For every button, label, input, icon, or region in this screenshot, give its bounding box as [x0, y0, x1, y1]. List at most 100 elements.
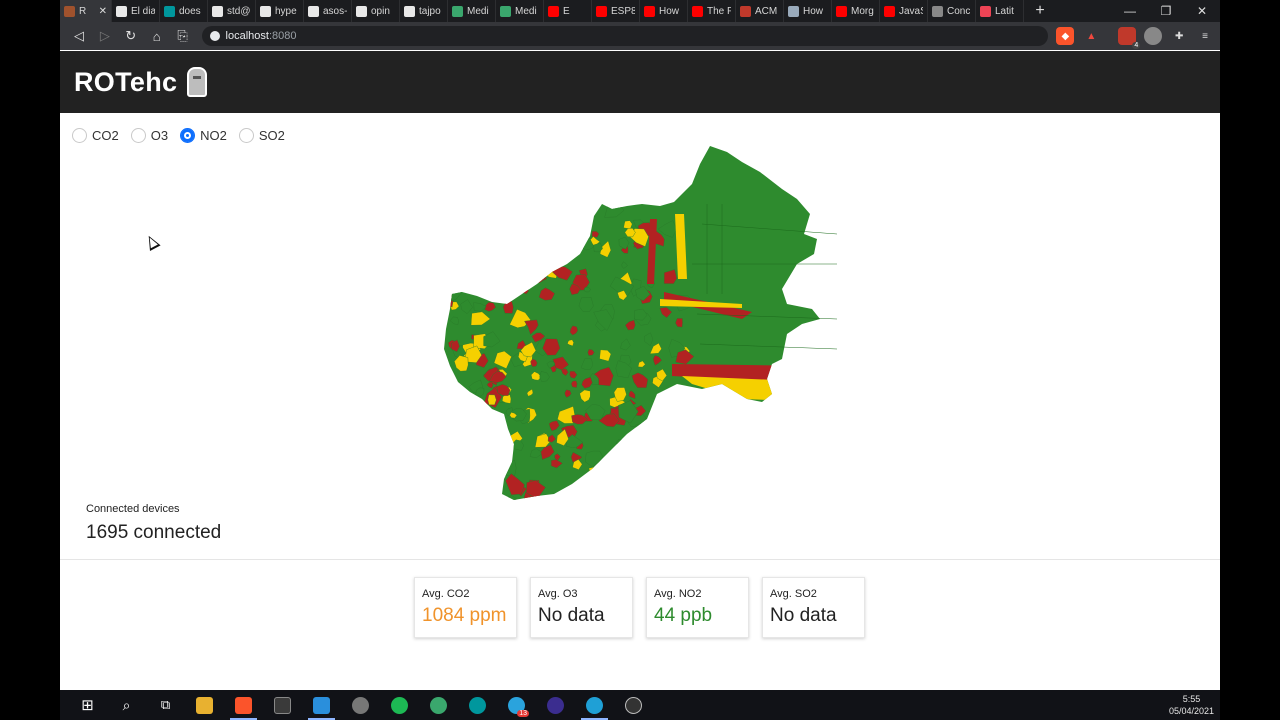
map-region[interactable] — [474, 414, 488, 427]
map-region[interactable] — [520, 232, 531, 243]
map-region[interactable] — [446, 215, 462, 232]
map-region[interactable] — [443, 425, 455, 438]
map-region[interactable] — [443, 417, 456, 434]
map-region[interactable] — [492, 272, 504, 284]
map-region[interactable] — [471, 412, 487, 430]
info-icon[interactable] — [209, 31, 220, 41]
map-region[interactable] — [448, 419, 458, 429]
map-region[interactable] — [466, 246, 482, 264]
minimize-icon[interactable]: — — [1112, 4, 1148, 18]
map-region[interactable] — [524, 203, 536, 215]
map-region[interactable] — [497, 197, 515, 216]
map-region[interactable] — [481, 494, 495, 504]
radio-no2[interactable]: NO2 — [180, 128, 227, 143]
map-region[interactable] — [444, 237, 451, 248]
pollution-map[interactable] — [442, 144, 840, 504]
browser-tab[interactable]: R ✕ — [60, 0, 112, 22]
map-region[interactable] — [660, 485, 676, 497]
map-region[interactable] — [481, 209, 497, 232]
search-button[interactable]: ⌕ — [107, 690, 146, 720]
browser-tab[interactable]: asos- — [304, 0, 352, 22]
map-region[interactable] — [519, 204, 534, 219]
map-region[interactable] — [645, 450, 661, 467]
taskbar-obs[interactable] — [614, 690, 653, 720]
browser-tab[interactable]: Medi — [448, 0, 496, 22]
map-region[interactable] — [479, 456, 488, 468]
map-region[interactable] — [489, 231, 499, 241]
taskbar-satellite[interactable] — [341, 690, 380, 720]
map-region[interactable] — [661, 479, 677, 494]
map-region[interactable] — [486, 464, 495, 474]
taskbar-spotify[interactable] — [380, 690, 419, 720]
map-region[interactable] — [497, 269, 518, 286]
reload-icon[interactable]: ↻ — [118, 25, 144, 47]
radio-co2[interactable]: CO2 — [72, 128, 119, 143]
back-icon[interactable]: ◁ — [66, 25, 92, 47]
map-region[interactable] — [498, 473, 503, 481]
taskbar-headset[interactable] — [575, 690, 614, 720]
map-region[interactable] — [447, 278, 463, 293]
map-region[interactable] — [623, 220, 633, 230]
extension-notifier-icon[interactable]: 4 — [1118, 27, 1141, 49]
brave-shield-icon[interactable]: ◆ — [1056, 27, 1075, 45]
map-region[interactable] — [488, 436, 496, 444]
map-region[interactable] — [451, 391, 459, 399]
map-region[interactable] — [454, 276, 468, 289]
map-region[interactable] — [463, 220, 470, 229]
map-region[interactable] — [461, 476, 471, 487]
map-region[interactable] — [466, 412, 486, 432]
map-region[interactable] — [653, 422, 664, 435]
extension-globe-icon[interactable] — [1144, 27, 1163, 45]
map-region[interactable] — [464, 417, 476, 429]
browser-tab[interactable]: ESP8 — [592, 0, 640, 22]
app-title[interactable]: ROTehc — [74, 67, 177, 98]
map-region[interactable] — [504, 252, 516, 269]
task-view-button[interactable]: ⧉ — [146, 690, 185, 720]
map-region[interactable] — [567, 225, 584, 242]
extensions-puzzle-icon[interactable]: ✚ — [1170, 27, 1188, 45]
map-region[interactable] — [582, 488, 593, 499]
map-region[interactable] — [613, 460, 624, 475]
map-region[interactable] — [486, 201, 494, 209]
map-region[interactable] — [442, 375, 456, 392]
map-region[interactable] — [658, 394, 666, 402]
map-region[interactable] — [656, 440, 663, 449]
map-region[interactable] — [650, 455, 662, 466]
radio-so2[interactable]: SO2 — [238, 128, 285, 143]
map-region[interactable] — [459, 248, 468, 256]
map-region[interactable] — [502, 249, 509, 258]
map-region[interactable] — [453, 215, 473, 235]
map-region[interactable] — [675, 391, 688, 402]
map-region[interactable] — [452, 429, 465, 441]
close-tab-icon[interactable]: ✕ — [99, 6, 107, 17]
home-icon[interactable]: ⌂ — [144, 25, 170, 47]
map-region[interactable] — [456, 407, 467, 417]
browser-tab[interactable]: El dia — [112, 0, 160, 22]
map-region[interactable] — [469, 474, 486, 487]
browser-tab[interactable]: E — [544, 0, 592, 22]
radio-button[interactable] — [72, 128, 87, 143]
start-button[interactable]: ⊞ — [68, 690, 107, 720]
map-region[interactable] — [682, 376, 827, 402]
map-region[interactable] — [483, 453, 497, 469]
browser-tab[interactable]: Morg — [832, 0, 880, 22]
map-region[interactable] — [462, 407, 483, 425]
radio-o3[interactable]: O3 — [130, 128, 168, 143]
taskbar-explorer[interactable] — [185, 690, 224, 720]
map-region[interactable] — [450, 431, 467, 450]
map-region[interactable] — [476, 447, 485, 457]
browser-tab[interactable]: tajpo — [400, 0, 448, 22]
map-region[interactable] — [552, 228, 559, 235]
taskbar-arduino[interactable] — [458, 690, 497, 720]
map-region[interactable] — [567, 233, 583, 250]
radio-button[interactable] — [180, 128, 196, 143]
radio-button[interactable] — [238, 128, 254, 143]
browser-tab[interactable]: How — [784, 0, 832, 22]
taskbar-terminal[interactable] — [263, 690, 302, 720]
map-region[interactable] — [478, 288, 489, 297]
new-tab-button[interactable]: + — [1030, 2, 1050, 20]
browser-tab[interactable]: ACM — [736, 0, 784, 22]
browser-tab[interactable]: JavaS — [880, 0, 928, 22]
map-region[interactable] — [518, 219, 525, 227]
map-region[interactable] — [460, 215, 474, 229]
